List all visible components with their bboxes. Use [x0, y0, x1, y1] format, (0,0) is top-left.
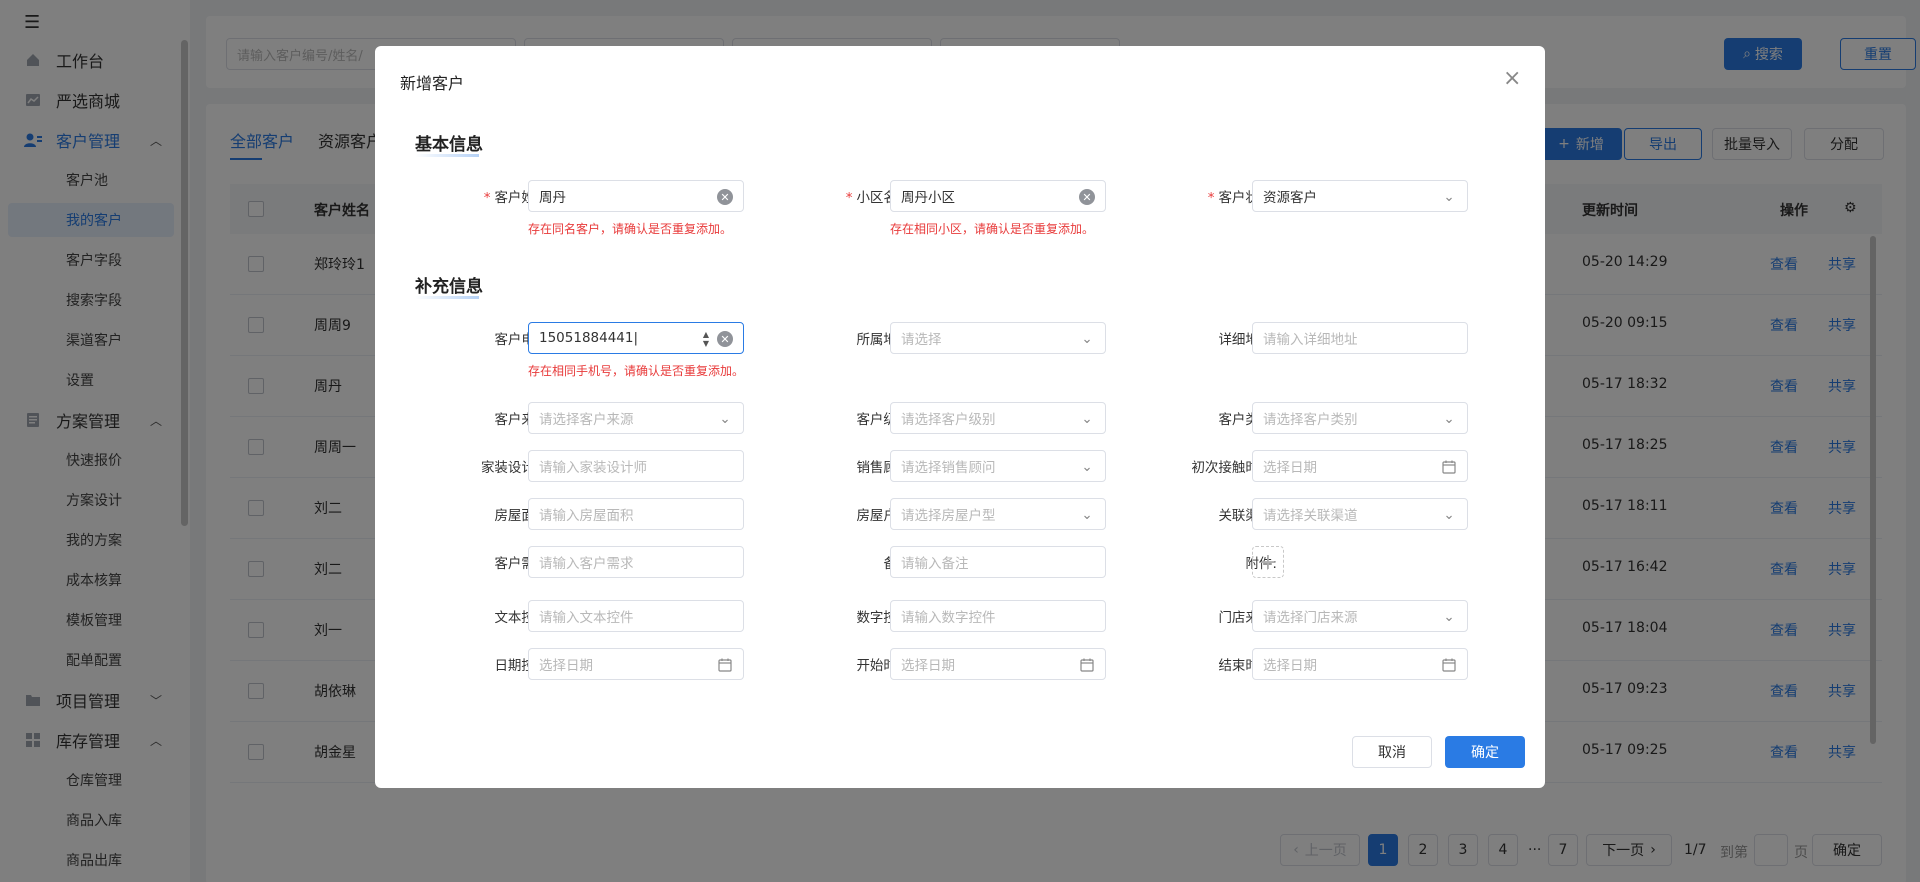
address-input[interactable]: 请输入详细地址: [1252, 322, 1468, 354]
sales-select[interactable]: 请选择销售顾问 ⌄: [890, 450, 1106, 482]
status-select[interactable]: 资源客户 ⌄: [1252, 180, 1468, 212]
chevron-down-icon: ⌄: [1081, 459, 1093, 475]
chevron-down-icon: ⌄: [1081, 411, 1093, 427]
cancel-button[interactable]: 取消: [1352, 736, 1432, 768]
upload-button[interactable]: +: [1252, 546, 1284, 578]
level-select[interactable]: 请选择客户级别 ⌄: [890, 402, 1106, 434]
close-icon[interactable]: ×: [1503, 68, 1521, 90]
area-input[interactable]: 请输入房屋面积: [528, 498, 744, 530]
community-input[interactable]: 周丹小区 ✕: [890, 180, 1106, 212]
category-select[interactable]: 请选择客户类别 ⌄: [1252, 402, 1468, 434]
phone-input[interactable]: 15051884441 | ▲ ▼ ✕: [528, 322, 744, 354]
end-time-picker[interactable]: 选择日期: [1252, 648, 1468, 680]
store-source-select[interactable]: 请选择门店来源 ⌄: [1252, 600, 1468, 632]
source-select[interactable]: 请选择客户来源 ⌄: [528, 402, 744, 434]
community-error: 存在相同小区，请确认是否重复添加。: [890, 222, 1095, 236]
first-contact-date[interactable]: 选择日期: [1252, 450, 1468, 482]
chevron-down-icon: ⌄: [1443, 609, 1455, 625]
region-select[interactable]: 请选择 ⌄: [890, 322, 1106, 354]
start-time-picker[interactable]: 选择日期: [890, 648, 1106, 680]
chevron-down-icon: ⌄: [719, 411, 731, 427]
remark-input[interactable]: 请输入备注: [890, 546, 1106, 578]
clear-icon[interactable]: ✕: [717, 189, 733, 205]
chevron-down-icon: ⌄: [1443, 189, 1455, 205]
demand-input[interactable]: 请输入客户需求: [528, 546, 744, 578]
number-stepper[interactable]: ▲ ▼: [703, 330, 709, 348]
plus-icon: +: [1258, 549, 1278, 575]
chevron-down-icon: ⌄: [1443, 411, 1455, 427]
text-control-input[interactable]: 请输入文本控件: [528, 600, 744, 632]
calendar-icon: [717, 657, 733, 673]
calendar-icon: [1441, 657, 1457, 673]
calendar-icon: [1079, 657, 1095, 673]
designer-input[interactable]: 请输入家装设计师: [528, 450, 744, 482]
chevron-down-icon: ⌄: [1081, 331, 1093, 347]
house-type-select[interactable]: 请选择房屋户型 ⌄: [890, 498, 1106, 530]
confirm-button[interactable]: 确定: [1445, 736, 1525, 768]
channel-select[interactable]: 请选择关联渠道 ⌄: [1252, 498, 1468, 530]
customer-name-error: 存在同名客户，请确认是否重复添加。: [528, 222, 733, 236]
phone-error: 存在相同手机号，请确认是否重复添加。: [528, 364, 745, 378]
add-customer-dialog: 新增客户 × 基本信息 * 客户姓名: 周丹 ✕ 存在同名客户，请确认是否重复添加…: [375, 46, 1545, 788]
dialog-title: 新增客户: [400, 74, 465, 93]
customer-name-input[interactable]: 周丹 ✕: [528, 180, 744, 212]
chevron-down-icon: ⌄: [1443, 507, 1455, 523]
number-control-input[interactable]: 请输入数字控件: [890, 600, 1106, 632]
clear-icon[interactable]: ✕: [717, 331, 733, 347]
date-control-picker[interactable]: 选择日期: [528, 648, 744, 680]
clear-icon[interactable]: ✕: [1079, 189, 1095, 205]
chevron-down-icon: ⌄: [1081, 507, 1093, 523]
section-basic-info: 基本信息: [415, 130, 483, 157]
section-extra-info: 补充信息: [415, 272, 483, 299]
calendar-icon: [1441, 459, 1457, 475]
